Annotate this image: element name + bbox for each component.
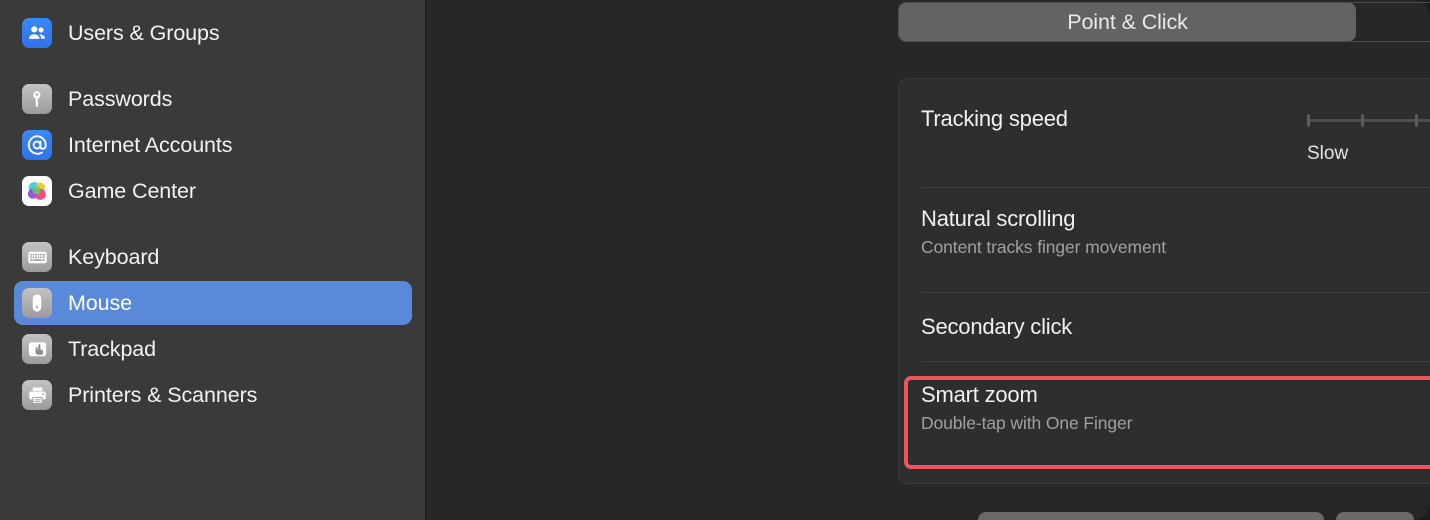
sidebar-item-mouse[interactable]: Mouse	[14, 281, 412, 325]
slider-track[interactable]	[1307, 107, 1430, 133]
sidebar-item-label: Trackpad	[68, 336, 157, 361]
at-sign-icon	[22, 130, 52, 160]
sidebar-item-label: Keyboard	[68, 244, 160, 269]
sidebar-item-label: Mouse	[68, 290, 133, 315]
row-secondary-click: Secondary click Click Right Side	[899, 293, 1430, 361]
game-center-icon	[22, 176, 52, 206]
sidebar: Users & Groups Passwords Internet Accoun…	[0, 0, 426, 520]
trackpad-icon	[22, 334, 52, 364]
system-settings-window: Users & Groups Passwords Internet Accoun…	[0, 0, 1430, 520]
sidebar-item-label: Passwords	[68, 86, 173, 111]
row-smart-zoom: Smart zoom Double-tap with One Finger	[899, 362, 1430, 458]
sidebar-item-users-groups[interactable]: Users & Groups	[14, 11, 412, 55]
natural-scrolling-sublabel: Content tracks finger movement	[921, 237, 1167, 257]
users-groups-icon	[22, 18, 52, 48]
mouse-icon	[22, 288, 52, 318]
sidebar-item-game-center[interactable]: Game Center	[14, 169, 412, 213]
segmented-tab-control: Point & Click More Gestures	[898, 2, 1430, 42]
smart-zoom-sublabel: Double-tap with One Finger	[921, 413, 1133, 433]
keyboard-icon	[22, 242, 52, 272]
sidebar-item-printers-scanners[interactable]: Printers & Scanners	[14, 373, 412, 417]
tab-label: Point & Click	[1067, 9, 1188, 34]
sidebar-item-passwords[interactable]: Passwords	[14, 77, 412, 121]
slider-tick	[1361, 114, 1365, 127]
sidebar-group-separator	[14, 57, 412, 77]
row-tracking-speed: Tracking speed Slow Fast	[899, 79, 1430, 187]
row-natural-scrolling: Natural scrolling Content tracks finger …	[899, 188, 1430, 292]
sidebar-item-internet-accounts[interactable]: Internet Accounts	[14, 123, 412, 167]
slider-tick	[1415, 114, 1419, 127]
slider-line	[1307, 119, 1430, 122]
sidebar-group-separator	[14, 215, 412, 235]
slider-range-labels: Slow Fast	[1307, 143, 1430, 165]
sidebar-item-keyboard[interactable]: Keyboard	[14, 235, 412, 279]
settings-card: Tracking speed Slow Fast Natural scr	[898, 78, 1430, 484]
sidebar-item-label: Users & Groups	[68, 20, 220, 45]
sidebar-item-label: Game Center	[68, 178, 196, 203]
natural-scrolling-label: Natural scrolling	[921, 206, 1076, 231]
sidebar-item-label: Printers & Scanners	[68, 382, 258, 407]
footer-secondary-button[interactable]	[1336, 512, 1414, 520]
sidebar-item-trackpad[interactable]: Trackpad	[14, 327, 412, 371]
tracking-speed-slider[interactable]: Slow Fast	[1307, 107, 1430, 165]
content-pane: Point & Click More Gestures Tracking spe…	[426, 0, 1430, 520]
key-icon	[22, 84, 52, 114]
sidebar-item-label: Internet Accounts	[68, 132, 233, 157]
printer-icon	[22, 380, 52, 410]
slider-tick	[1307, 114, 1310, 127]
tab-more-gestures[interactable]: More Gestures	[1356, 3, 1430, 41]
footer-primary-button[interactable]	[978, 512, 1324, 520]
secondary-click-label: Secondary click	[921, 314, 1073, 339]
sidebar-list: Users & Groups Passwords Internet Accoun…	[0, 11, 426, 417]
tab-point-and-click[interactable]: Point & Click	[899, 3, 1356, 41]
smart-zoom-label: Smart zoom	[921, 382, 1038, 407]
slider-min-label: Slow	[1307, 143, 1349, 164]
tracking-speed-label: Tracking speed	[921, 106, 1068, 131]
